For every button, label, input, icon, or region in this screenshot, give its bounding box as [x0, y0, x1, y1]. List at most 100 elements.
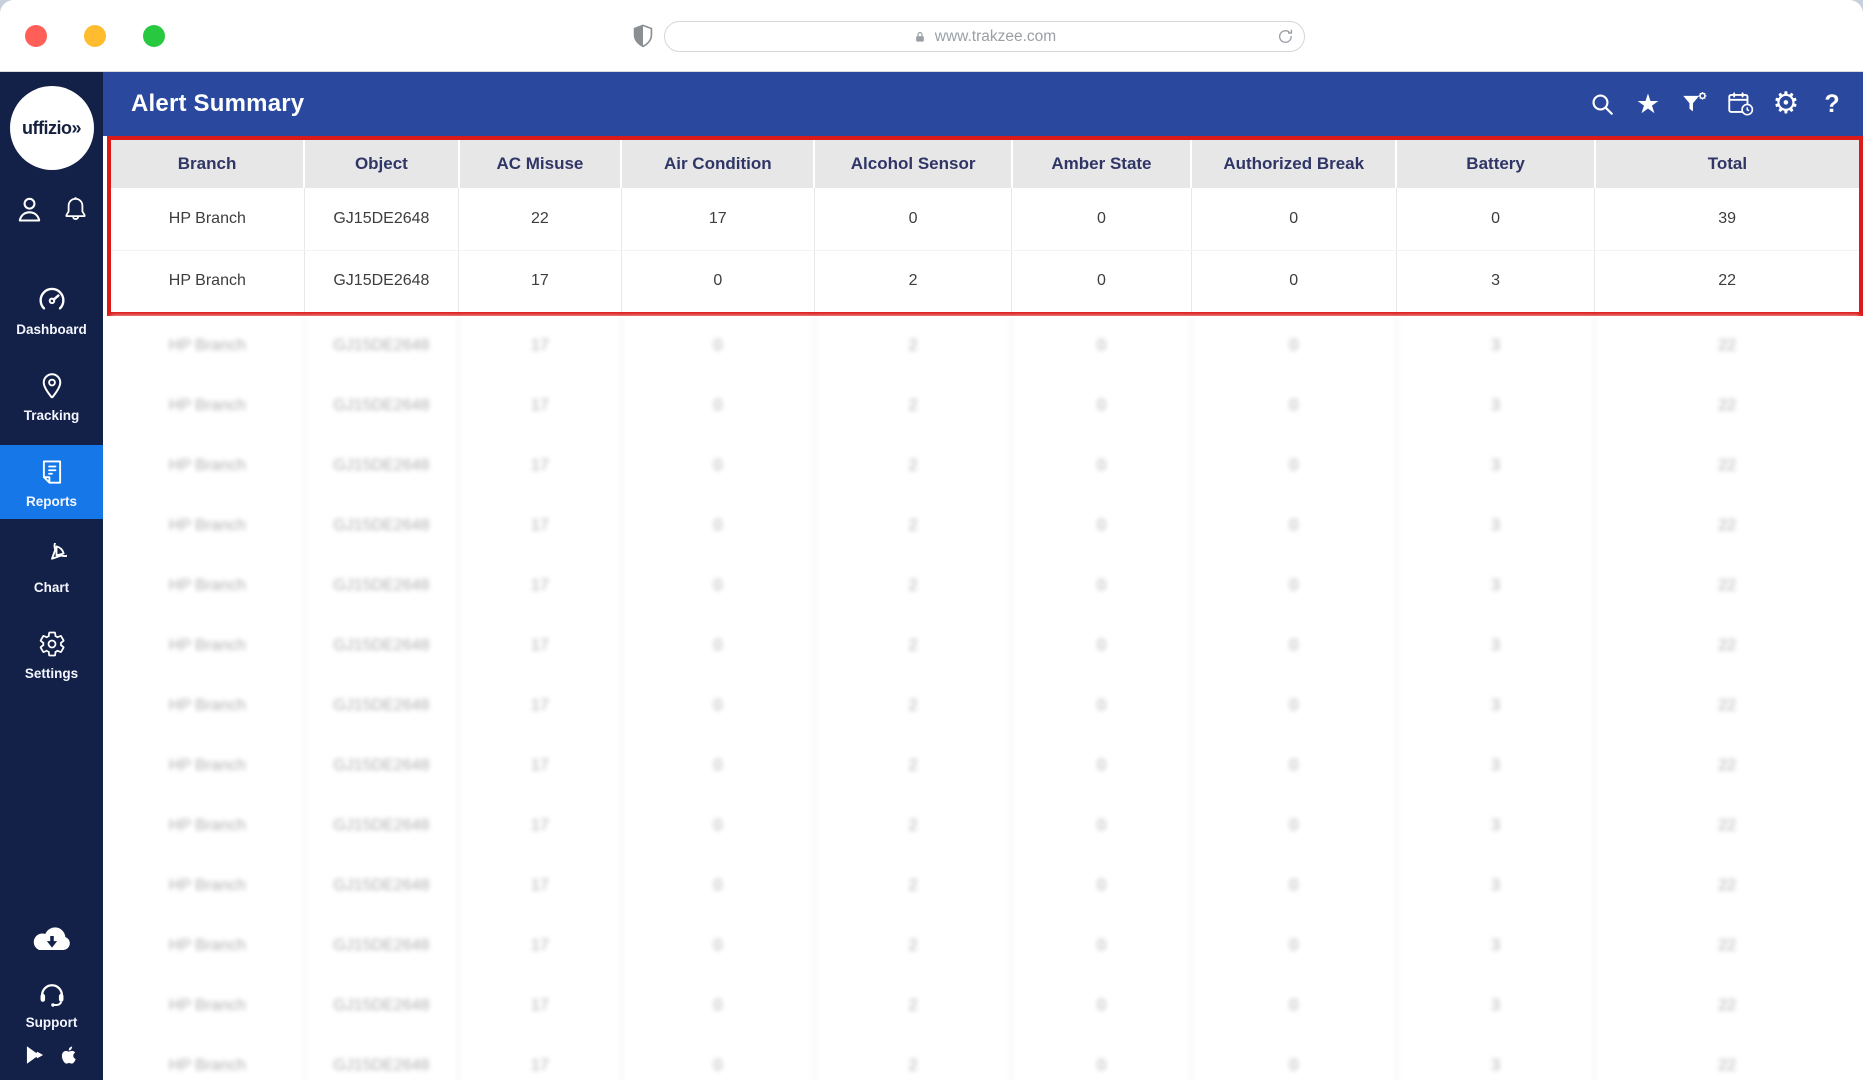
faded-table-cell: 0 — [621, 856, 815, 916]
gear-outline-icon — [37, 629, 67, 659]
close-window-button[interactable] — [25, 25, 47, 47]
column-header-total[interactable]: Total — [1594, 140, 1859, 188]
window-controls — [25, 25, 165, 47]
column-header-branch[interactable]: Branch — [111, 140, 306, 188]
column-header-battery[interactable]: Battery — [1396, 140, 1596, 188]
faded-table-cell: 22 — [1594, 616, 1859, 676]
browser-window: www.trakzee.com uffizio» Dashboard Track… — [0, 0, 1863, 1080]
faded-table-cell: 0 — [621, 1036, 815, 1080]
faded-table-cell: 2 — [814, 976, 1013, 1036]
faded-table-cell: 2 — [814, 796, 1013, 856]
faded-table-cell: 3 — [1396, 436, 1596, 496]
faded-table-cell: 17 — [458, 976, 622, 1036]
shield-icon[interactable] — [630, 23, 656, 49]
cell-branch: HP Branch — [111, 188, 305, 251]
faded-rows-section: HP Branch GJ15DE2648 17 0 2 0 0 3 22 HP Branch GJ1… — [107, 316, 1863, 1080]
lock-icon — [913, 30, 927, 44]
sidebar-item-support[interactable]: Support — [26, 977, 77, 1030]
column-header-object[interactable]: Object — [304, 140, 460, 188]
faded-table-cell: 0 — [1011, 316, 1192, 376]
table-row: HP Branch GJ15DE2648 17 0 2 0 0 3 22 — [111, 250, 1859, 312]
faded-table-cell: HP Branch — [111, 436, 305, 496]
faded-table-cell: 0 — [1011, 496, 1192, 556]
faded-table-row: HP Branch GJ15DE2648 17 0 2 0 0 3 22 — [111, 916, 1859, 976]
cloud-download-icon[interactable] — [29, 924, 75, 957]
alert-summary-table: Branch Object AC Misuse Air Condition Al… — [111, 140, 1859, 312]
faded-table-cell: 0 — [1011, 676, 1192, 736]
sidebar-item-tracking[interactable]: Tracking — [0, 359, 103, 433]
browser-chrome: www.trakzee.com — [0, 0, 1863, 72]
faded-table-row: HP Branch GJ15DE2648 17 0 2 0 0 3 22 — [111, 616, 1859, 676]
cell-object: GJ15DE2648 — [304, 250, 460, 312]
apple-icon[interactable] — [58, 1044, 80, 1066]
google-play-icon[interactable] — [24, 1044, 46, 1066]
maximize-window-button[interactable] — [143, 25, 165, 47]
help-icon[interactable]: ? — [1817, 89, 1847, 119]
faded-table-cell: HP Branch — [111, 616, 305, 676]
sidebar-item-label: Chart — [33, 580, 70, 595]
cell-battery: 0 — [1396, 188, 1596, 251]
faded-table-cell: HP Branch — [111, 736, 305, 796]
faded-table-body: HP Branch GJ15DE2648 17 0 2 0 0 3 22 HP Branch GJ1… — [111, 316, 1859, 1080]
column-header-amber-state[interactable]: Amber State — [1011, 140, 1193, 188]
column-header-air-condition[interactable]: Air Condition — [621, 140, 816, 188]
minimize-window-button[interactable] — [84, 25, 106, 47]
sidebar-item-reports[interactable]: Reports — [0, 445, 103, 519]
faded-table-cell: 0 — [1011, 556, 1192, 616]
faded-table-cell: 22 — [1594, 496, 1859, 556]
faded-table-cell: 22 — [1594, 856, 1859, 916]
uffizio-logo[interactable]: uffizio» — [9, 86, 94, 170]
cell-total: 39 — [1594, 188, 1859, 251]
scheduler-calendar-icon[interactable] — [1725, 89, 1755, 119]
sidebar-item-label: Reports — [25, 494, 77, 509]
user-icon[interactable] — [14, 194, 45, 225]
settings-gear-icon[interactable]: ⚙ — [1771, 89, 1801, 119]
dashboard-gauge-icon — [36, 283, 68, 315]
search-icon[interactable] — [1587, 89, 1617, 119]
faded-table-cell: 2 — [814, 376, 1013, 436]
sidebar-item-settings[interactable]: Settings — [0, 617, 103, 691]
column-header-ac-misuse[interactable]: AC Misuse — [458, 140, 623, 188]
faded-table-cell: HP Branch — [111, 916, 305, 976]
faded-table-cell: 2 — [814, 436, 1013, 496]
faded-table-cell: 0 — [1011, 916, 1192, 976]
table-row: HP Branch GJ15DE2648 22 17 0 0 0 0 39 — [111, 188, 1859, 251]
sidebar-item-chart[interactable]: Chart — [0, 531, 103, 605]
faded-table-cell: 17 — [458, 436, 622, 496]
faded-table-cell: GJ15DE2648 — [304, 676, 460, 736]
refresh-icon[interactable] — [1276, 27, 1295, 46]
favorite-star-icon[interactable]: ★ — [1633, 89, 1663, 119]
faded-table-cell: 17 — [458, 856, 622, 916]
faded-table-cell: 2 — [814, 496, 1013, 556]
address-bar[interactable]: www.trakzee.com — [664, 21, 1305, 52]
faded-table-row: HP Branch GJ15DE2648 17 0 2 0 0 3 22 — [111, 796, 1859, 856]
faded-table-row: HP Branch GJ15DE2648 17 0 2 0 0 3 22 — [111, 676, 1859, 736]
faded-table-cell: 0 — [621, 796, 815, 856]
faded-table-cell: 22 — [1594, 676, 1859, 736]
faded-table-cell: 17 — [458, 316, 622, 376]
app-shell: uffizio» Dashboard Tracking Reports Char… — [0, 72, 1863, 1080]
notifications-bell-icon[interactable] — [61, 195, 90, 224]
faded-table-cell: GJ15DE2648 — [304, 976, 460, 1036]
faded-table-cell: 2 — [814, 856, 1013, 916]
column-header-alcohol-sensor[interactable]: Alcohol Sensor — [814, 140, 1013, 188]
filter-icon[interactable] — [1679, 89, 1709, 119]
location-pin-icon — [37, 371, 67, 401]
faded-table-cell: 3 — [1396, 496, 1596, 556]
faded-table-cell: 3 — [1396, 916, 1596, 976]
sidebar-item-dashboard[interactable]: Dashboard — [0, 271, 103, 347]
faded-table-cell: 0 — [1191, 1036, 1397, 1080]
sidebar-bottom: Support — [0, 924, 103, 1080]
faded-table-cell: 22 — [1594, 376, 1859, 436]
faded-table-cell: 0 — [1191, 436, 1397, 496]
headset-icon — [36, 977, 68, 1009]
faded-table-cell: 3 — [1396, 736, 1596, 796]
faded-table-cell: 0 — [621, 676, 815, 736]
table-header-row: Branch Object AC Misuse Air Condition Al… — [111, 140, 1859, 188]
main-content: Alert Summary ★ ⚙ ? Branch Object AC Mis… — [103, 72, 1863, 1080]
column-header-authorized-break[interactable]: Authorized Break — [1191, 140, 1398, 188]
logo-text: uffizio» — [22, 117, 82, 138]
faded-table-cell: 0 — [1191, 856, 1397, 916]
faded-table-cell: GJ15DE2648 — [304, 496, 460, 556]
cell-ac-misuse: 17 — [458, 250, 622, 312]
